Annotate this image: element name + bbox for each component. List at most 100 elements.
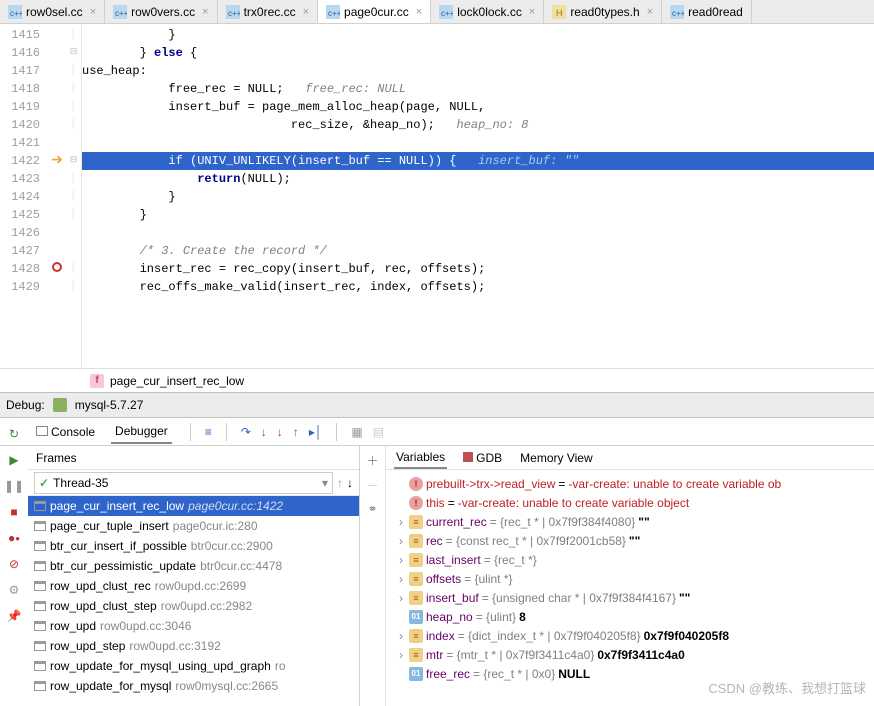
code-editor[interactable]: 1415141614171418141914201421142214231424… <box>0 24 874 368</box>
expand-icon[interactable]: › <box>396 591 406 605</box>
tab-memory[interactable]: Memory View <box>518 448 594 468</box>
settings-icon[interactable]: ▤ <box>373 425 384 439</box>
tab-row0vers[interactable]: c++row0vers.cc× <box>105 0 217 23</box>
variable-row[interactable]: ›≡ last_insert = {rec_t *} <box>386 550 874 569</box>
prev-frame-icon[interactable]: ↑ <box>337 476 343 490</box>
resume-icon[interactable]: ▶ <box>6 452 22 468</box>
breadcrumb-function[interactable]: page_cur_insert_rec_low <box>110 374 244 388</box>
expand-icon[interactable]: › <box>396 572 406 586</box>
variable-row[interactable]: ›≡ insert_buf = {unsigned char * | 0x7f9… <box>386 588 874 607</box>
step-over-icon[interactable]: ↷ <box>241 425 251 439</box>
frame-row[interactable]: page_cur_insert_rec_low page0cur.cc:1422 <box>28 496 359 516</box>
variable-row[interactable]: 01 heap_no = {ulint} 8 <box>386 607 874 626</box>
variable-row[interactable]: ! this = -var-create: unable to create v… <box>386 493 874 512</box>
close-icon[interactable]: × <box>202 6 208 18</box>
variable-row[interactable]: ›≡ index = {dict_index_t * | 0x7f9f04020… <box>386 626 874 645</box>
frame-row[interactable]: row_upd row0upd.cc:3046 <box>28 616 359 636</box>
frame-row[interactable]: row_upd_clust_step row0upd.cc:2982 <box>28 596 359 616</box>
tab-variables[interactable]: Variables <box>394 447 447 469</box>
next-frame-icon[interactable]: ↓ <box>347 476 353 490</box>
tab-row0sel[interactable]: c++row0sel.cc× <box>0 0 105 23</box>
frame-row[interactable]: page_cur_tuple_insert page0cur.ic:280 <box>28 516 359 536</box>
frame-location: row0upd.cc:3192 <box>129 639 220 653</box>
close-icon[interactable]: × <box>303 6 309 18</box>
step-into-icon[interactable]: ↓ <box>261 425 267 439</box>
frame-row[interactable]: row_update_for_mysql_using_upd_graph ro <box>28 656 359 676</box>
frames-title: Frames <box>28 446 359 470</box>
run-to-cursor-icon[interactable]: ▸│ <box>309 425 323 439</box>
stop-icon[interactable]: ■ <box>6 504 22 520</box>
tab-gdb[interactable]: GDB <box>461 448 504 468</box>
mute-breakpoints-icon[interactable]: ⊘ <box>6 556 22 572</box>
execution-arrow-icon: ➔ <box>51 151 63 168</box>
var-value: 0x7f9f3411c4a0 <box>597 648 684 662</box>
link-icon[interactable]: ⚭ <box>367 502 377 516</box>
frame-row[interactable]: btr_cur_insert_if_possible btr0cur.cc:29… <box>28 536 359 556</box>
force-step-into-icon[interactable]: ↓ <box>277 425 283 439</box>
expand-icon[interactable]: › <box>396 534 406 548</box>
var-value: 0x7f9f040205f8 <box>644 629 729 643</box>
expand-icon[interactable]: › <box>396 629 406 643</box>
tab-label: page0cur.cc <box>344 5 409 19</box>
frame-row[interactable]: row_update_for_mysql row0mysql.cc:2665 <box>28 676 359 696</box>
pin-icon[interactable]: 📌 <box>6 608 22 624</box>
frame-icon <box>34 661 46 671</box>
variable-row[interactable]: 01 free_rec = {rec_t * | 0x0} NULL <box>386 664 874 683</box>
close-icon[interactable]: × <box>529 6 535 18</box>
frame-icon <box>34 521 46 531</box>
var-type: = {mtr_t * | 0x7f9f3411c4a0} <box>446 648 594 662</box>
svg-text:c++: c++ <box>441 9 453 18</box>
variable-row[interactable]: ›≡ rec = {const rec_t * | 0x7f9f2001cb58… <box>386 531 874 550</box>
tab-read0types[interactable]: Hread0types.h× <box>544 0 662 23</box>
rerun-icon[interactable]: ↻ <box>6 426 22 442</box>
object-icon: ≡ <box>409 648 423 662</box>
expand-icon[interactable]: › <box>396 553 406 567</box>
tab-trx0rec[interactable]: c++trx0rec.cc× <box>218 0 318 23</box>
tab-lock0lock[interactable]: c++ lock0lock.cc × <box>431 0 544 23</box>
tab-label: lock0lock.cc <box>457 5 522 19</box>
tab-read0read[interactable]: c++read0read <box>662 0 752 23</box>
add-watch-icon[interactable]: ＋ <box>366 452 378 469</box>
expand-icon[interactable]: › <box>396 648 406 662</box>
variable-row[interactable]: ›≡ offsets = {ulint *} <box>386 569 874 588</box>
variable-row[interactable]: ! prebuilt->trx->read_view = -var-create… <box>386 474 874 493</box>
fold-column[interactable]: │⊟││││⊟│││││ <box>66 24 82 368</box>
tab-page0cur[interactable]: c++page0cur.cc× <box>318 0 431 23</box>
frame-row[interactable]: btr_cur_pessimistic_update btr0cur.cc:44… <box>28 556 359 576</box>
frame-function: row_upd_step <box>50 639 125 653</box>
thread-selector[interactable]: ✓ Thread-35 ▾ <box>34 472 333 494</box>
frame-location: row0upd.cc:2982 <box>161 599 252 613</box>
gdb-label: GDB <box>476 451 502 465</box>
variables-list[interactable]: ! prebuilt->trx->read_view = -var-create… <box>386 470 874 706</box>
cpp-icon: c++ <box>670 5 684 19</box>
frame-icon <box>34 601 46 611</box>
marker-column[interactable]: ➔ <box>48 24 66 368</box>
close-icon[interactable]: × <box>647 6 653 18</box>
frame-row[interactable]: row_upd_clust_rec row0upd.cc:2699 <box>28 576 359 596</box>
evaluate-icon[interactable]: ▦ <box>351 425 362 439</box>
step-out-icon[interactable]: ↑ <box>293 425 299 439</box>
object-icon: ≡ <box>409 629 423 643</box>
show-exec-icon[interactable]: ≡ <box>205 425 212 439</box>
expand-icon[interactable]: › <box>396 515 406 529</box>
debug-config[interactable]: mysql-5.7.27 <box>75 398 144 412</box>
tab-console[interactable]: Console <box>32 421 99 443</box>
remove-watch-icon[interactable]: － <box>366 477 378 494</box>
separator <box>336 423 337 441</box>
line-number-gutter: 1415141614171418141914201421142214231424… <box>0 24 48 368</box>
cpp-icon: c++ <box>113 5 127 19</box>
frame-row[interactable]: row_upd_step row0upd.cc:3192 <box>28 636 359 656</box>
code-area[interactable]: } } else {use_heap: free_rec = NULL; fre… <box>82 24 874 368</box>
close-icon[interactable]: × <box>416 6 422 18</box>
variable-row[interactable]: ›≡ mtr = {mtr_t * | 0x7f9f3411c4a0} 0x7f… <box>386 645 874 664</box>
frames-list[interactable]: page_cur_insert_rec_low page0cur.cc:1422… <box>28 496 359 706</box>
variable-row[interactable]: ›≡ current_rec = {rec_t * | 0x7f9f384f40… <box>386 512 874 531</box>
tab-debugger[interactable]: Debugger <box>111 420 172 444</box>
close-icon[interactable]: × <box>90 6 96 18</box>
breakpoint-icon[interactable] <box>52 262 62 272</box>
settings-icon[interactable]: ⚙ <box>6 582 22 598</box>
primitive-icon: 01 <box>409 610 423 624</box>
svg-text:c++: c++ <box>10 9 22 18</box>
pause-icon[interactable]: ❚❚ <box>6 478 22 494</box>
view-breakpoints-icon[interactable]: ●● <box>6 530 22 546</box>
